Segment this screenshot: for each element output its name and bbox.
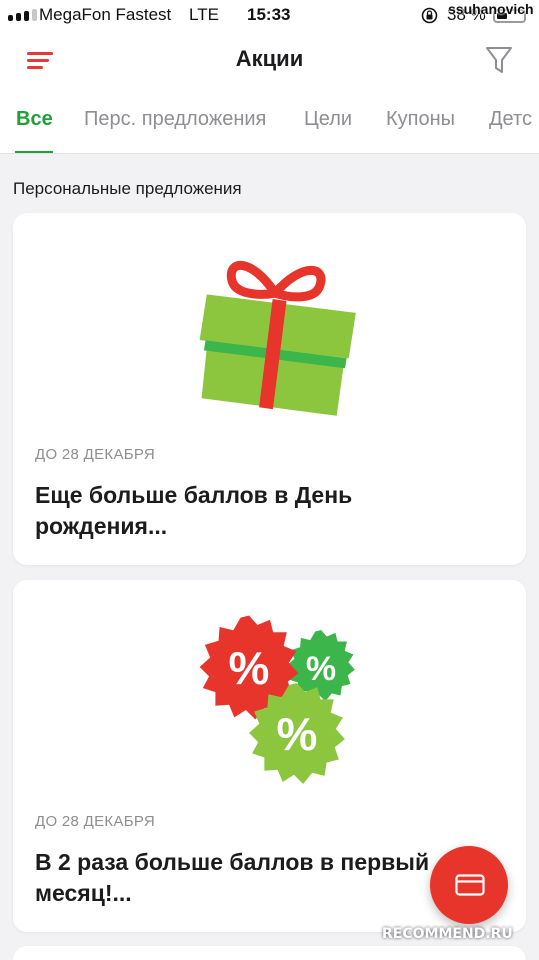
app-header: Акции: [0, 32, 539, 90]
tab-personal-offers[interactable]: Перс. предложения: [84, 108, 266, 131]
category-tabs: Все Перс. предложения Цели Купоны Детс: [0, 90, 539, 154]
filter-funnel-icon[interactable]: [484, 44, 514, 76]
page-title: Акции: [235, 46, 304, 71]
active-tab-indicator: [15, 151, 53, 153]
card-icon: [455, 874, 485, 896]
carrier-name: MegaFon Fastest: [39, 5, 172, 24]
clock: 15:33: [247, 5, 291, 24]
offer-card[interactable]: ДО 28 ДЕКАБРЯ Еще больше баллов в День р…: [13, 213, 526, 565]
offer-title: Еще больше баллов в День рождения...: [35, 482, 353, 539]
offer-title: В 2 раза больше баллов в первый месяц!..…: [35, 849, 430, 906]
percent-badges-icon: % % %: [199, 615, 355, 784]
offer-date: ДО 28 ДЕКАБРЯ: [35, 813, 156, 830]
orientation-lock-icon: [421, 7, 438, 24]
watermark: RECOMMEND.RU: [382, 926, 513, 942]
card-fab-button[interactable]: [430, 846, 508, 924]
tab-all[interactable]: Все: [16, 108, 53, 131]
gift-box-icon: [199, 261, 356, 416]
overlay-username: ssuhanovich: [448, 1, 534, 17]
tab-coupons[interactable]: Купоны: [386, 108, 455, 131]
tab-goals[interactable]: Цели: [304, 108, 352, 131]
offer-card[interactable]: [13, 946, 526, 960]
offer-date: ДО 28 ДЕКАБРЯ: [35, 446, 156, 463]
section-title: Персональные предложения: [13, 179, 242, 198]
tab-kids[interactable]: Детс: [489, 108, 532, 131]
status-bar: MegaFon Fastest LTE 15:33 38 % ssuhanovi…: [0, 0, 539, 32]
svg-text:%: %: [306, 650, 336, 688]
svg-text:%: %: [229, 642, 270, 694]
svg-text:%: %: [277, 708, 318, 760]
network-type: LTE: [189, 5, 219, 24]
signal-strength-icon: [8, 9, 37, 21]
